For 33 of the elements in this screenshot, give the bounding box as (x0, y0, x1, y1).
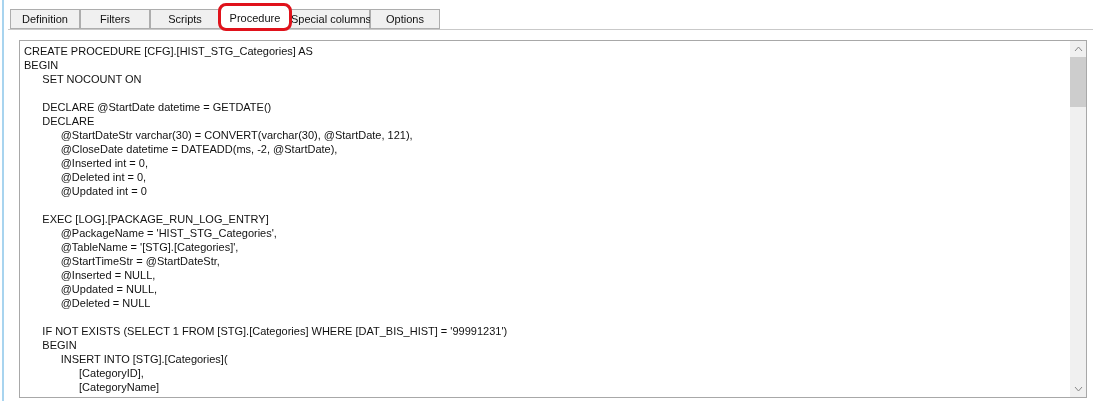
code-line: DECLARE (41, 114, 96, 128)
scroll-thumb[interactable] (1070, 57, 1086, 107)
code-line: [CategoryID], (78, 366, 145, 380)
code-line: BEGIN (24, 58, 60, 72)
scrollbar[interactable] (1070, 41, 1086, 397)
code-line: IF NOT EXISTS (SELECT 1 FROM [STG].[Categories] WHERE [DAT_BIS_HIST] = '99991231') (41, 324, 509, 338)
code-line: @TableName = '[STG].[Categories]', (59, 240, 240, 254)
code-line: BEGIN (41, 338, 78, 352)
code-line: EXEC [LOG].[PACKAGE_RUN_LOG_ENTRY] (41, 212, 270, 226)
tab[interactable]: Definition (10, 9, 80, 29)
code-line: @PackageName = 'HIST_STG_Categories', (59, 226, 278, 240)
code-line: @Updated int = 0 (59, 184, 148, 198)
scroll-up-icon[interactable] (1073, 46, 1083, 52)
code-line: @Inserted = NULL, (59, 268, 157, 282)
code-line: SET NOCOUNT ON (41, 72, 143, 86)
tab[interactable]: Procedure (220, 5, 290, 29)
tab[interactable]: Scripts (150, 9, 220, 29)
code-line: @StartDateStr varchar(30) = CONVERT(varchar(30), @StartDate, 121), (59, 128, 414, 142)
code-line: @CloseDate datetime = DATEADD(ms, -2, @StartDate), (59, 142, 339, 156)
code-line: @StartTimeStr = @StartDateStr, (59, 254, 221, 268)
tab[interactable]: Special columns (290, 9, 370, 29)
code-line: @Deleted int = 0, (59, 170, 148, 184)
code-line: DECLARE @StartDate datetime = GETDATE() (41, 100, 273, 114)
code-line: @Inserted int = 0, (59, 156, 149, 170)
code-line: CREATE PROCEDURE [CFG].[HIST_STG_Categories] AS (24, 44, 314, 58)
code-line: [CategoryName] (78, 380, 161, 394)
scroll-down-icon[interactable] (1073, 386, 1083, 392)
code-editor[interactable] (19, 40, 1087, 398)
tab[interactable]: Options (370, 9, 440, 29)
code-line: @Deleted = NULL (59, 296, 152, 310)
code-line: @Updated = NULL, (59, 282, 159, 296)
code-line: INSERT INTO [STG].[Categories]( (59, 352, 229, 366)
tab[interactable]: Filters (80, 9, 150, 29)
